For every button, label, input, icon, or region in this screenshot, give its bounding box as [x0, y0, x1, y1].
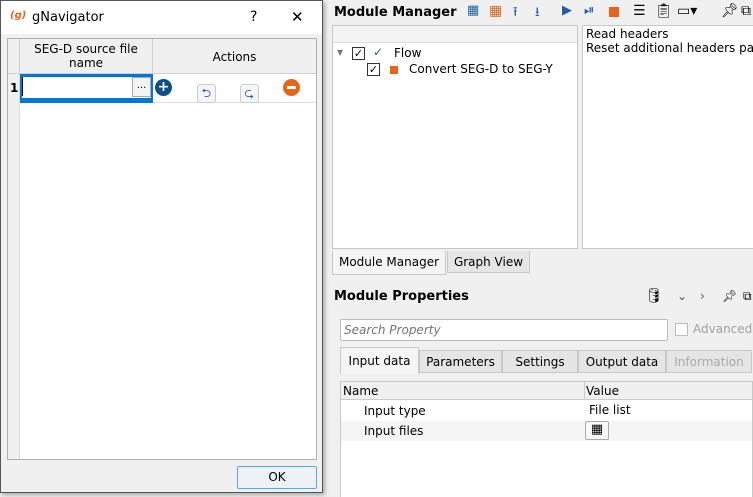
column-header-value[interactable]: Value — [586, 384, 619, 398]
gnavigator-dialog: (g) gNavigator ? ✕ SEG-D source file nam… — [0, 0, 323, 493]
file-name-cell: ... — [20, 74, 153, 103]
search-property-input[interactable] — [340, 319, 668, 341]
column-header-file-name[interactable]: SEG-D source file name — [20, 39, 153, 74]
tree-expand-icon[interactable]: ▼ — [337, 48, 343, 57]
add-module-icon[interactable]: ▦ — [467, 3, 479, 18]
run-step-icon[interactable]: ⏯ — [584, 3, 594, 18]
flow-check-icon: ✓ — [373, 45, 384, 59]
move-down-icon[interactable]: ⭳ — [535, 3, 540, 25]
column-header-actions[interactable]: Actions — [153, 39, 316, 74]
advanced-label: Advanced — [693, 322, 753, 336]
app-logo-icon: (g) — [10, 10, 27, 21]
list-icon[interactable]: ☰ — [633, 3, 646, 19]
tab-parameters[interactable]: Parameters — [419, 350, 502, 373]
property-name: Input files — [364, 424, 424, 438]
row-actions: + ⮌ ⮎ — [154, 78, 301, 103]
files-table: SEG-D source file name Actions 1 ... + ⮌… — [7, 38, 317, 460]
tab-information: Information — [666, 350, 752, 373]
module-manager-toolbar: ▦ ▦ ⭱ ⭳ ▶ ⏯ ☰ 📋︎ ▭▾ 📌︎ ⧉ — [467, 3, 753, 23]
list-item[interactable]: Read headers — [586, 27, 753, 41]
pin-icon[interactable]: 📌︎ — [721, 3, 739, 19]
remove-row-icon[interactable] — [282, 78, 301, 97]
properties-table: Name Value Input type File list Input fi… — [340, 381, 753, 497]
insert-row-above-icon[interactable]: ⮌ — [196, 84, 216, 103]
add-row-icon[interactable]: + — [154, 78, 173, 97]
list-item[interactable]: Reset additional headers params — [586, 41, 753, 55]
module-manager-title: Module Manager — [334, 5, 457, 20]
tab-output-data[interactable]: Output data — [578, 350, 666, 373]
float-icon[interactable]: ⧉ — [743, 289, 752, 304]
clipboard-icon[interactable]: 📋︎ — [655, 3, 673, 19]
flow-label[interactable]: Flow — [394, 46, 421, 60]
run-icon[interactable]: ▶ — [562, 3, 572, 18]
module-label[interactable]: Convert SEG-D to SEG-Y — [409, 62, 553, 76]
advanced-checkbox[interactable] — [675, 323, 688, 336]
file-table-button[interactable]: ▦ — [585, 421, 609, 440]
property-name: Input type — [364, 404, 426, 418]
column-header-name[interactable]: Name — [343, 384, 378, 398]
browse-button[interactable]: ... — [132, 77, 151, 97]
flow-checkbox[interactable]: ✓ — [352, 47, 365, 60]
move-up-icon[interactable]: ⭱ — [513, 3, 518, 25]
close-button[interactable]: ✕ — [291, 8, 304, 26]
flow-tree: ▼ ✓ ✓ Flow ✓ Convert SEG-D to SEG-Y — [332, 25, 578, 249]
float-icon[interactable]: ⧉ — [741, 3, 751, 19]
headers-list: Read headers Reset additional headers pa… — [582, 25, 753, 249]
module-checkbox[interactable]: ✓ — [367, 63, 380, 76]
property-value[interactable]: File list — [589, 403, 631, 417]
dialog-title: gNavigator — [32, 10, 104, 25]
insert-row-below-icon[interactable]: ⮎ — [239, 84, 259, 103]
ok-button[interactable]: OK — [237, 466, 317, 489]
title-bar: (g) gNavigator ? ✕ — [1, 1, 322, 34]
tab-input-data[interactable]: Input data — [340, 347, 419, 374]
database-lock-icon[interactable]: 🛢︎ — [645, 288, 663, 304]
row-number: 1 — [10, 81, 19, 95]
help-button[interactable]: ? — [250, 9, 257, 25]
remove-module-icon[interactable]: ▦ — [489, 3, 502, 19]
module-properties-title: Module Properties — [334, 289, 469, 304]
window-icon[interactable]: ▭▾ — [677, 3, 697, 19]
chevron-down-icon[interactable]: ⌄ — [677, 289, 687, 303]
tab-settings[interactable]: Settings — [502, 350, 578, 373]
stop-icon[interactable] — [609, 7, 619, 17]
tab-graph-view[interactable]: Graph View — [447, 251, 530, 273]
pin-icon[interactable]: 📌︎ — [722, 289, 737, 303]
chevron-right-icon[interactable]: › — [700, 289, 705, 303]
module-color-icon — [390, 66, 398, 74]
tab-module-manager[interactable]: Module Manager — [332, 251, 446, 275]
file-name-input[interactable] — [22, 77, 132, 96]
